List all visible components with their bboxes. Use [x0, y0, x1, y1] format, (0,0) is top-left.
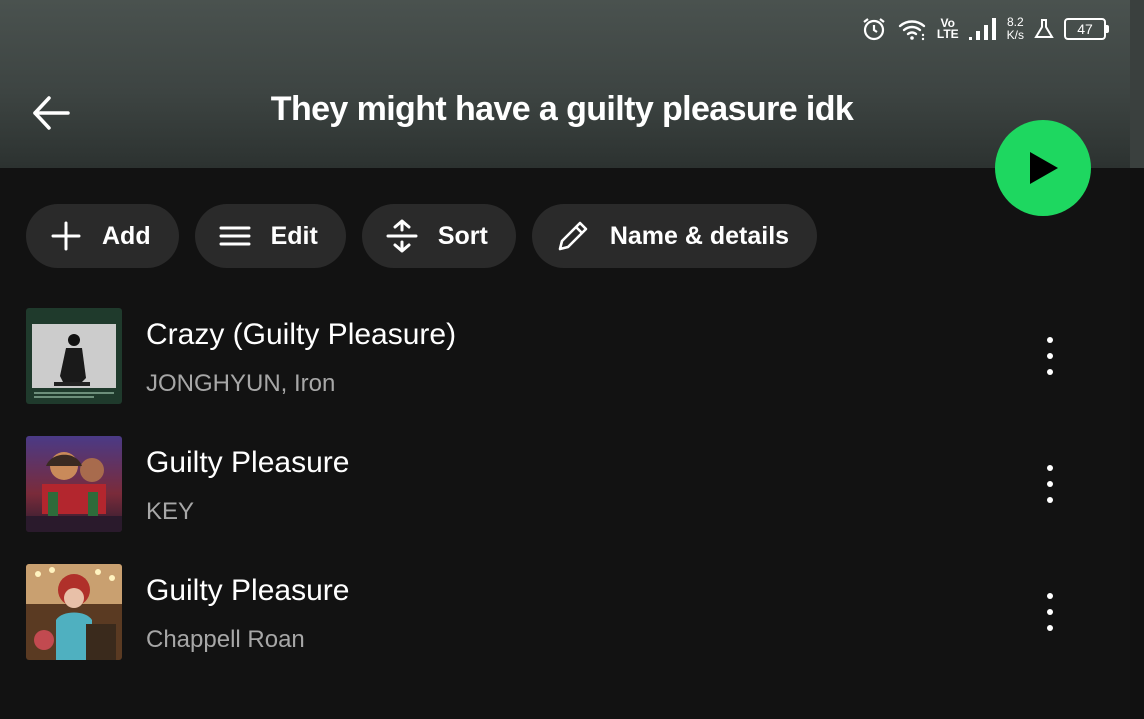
battery-icon: 47 — [1064, 18, 1109, 40]
add-button[interactable]: Add — [26, 204, 179, 268]
plus-icon — [51, 221, 81, 251]
status-bar: Vo LTE 8.2 K/s 47 — [861, 14, 1109, 44]
volte-indicator: Vo LTE — [936, 17, 959, 41]
album-art — [26, 564, 122, 660]
lines-icon — [219, 226, 251, 246]
play-button[interactable] — [995, 120, 1091, 216]
track-title: Guilty Pleasure — [146, 446, 350, 479]
alarm-icon — [861, 16, 887, 42]
speed-unit: K/s — [1006, 28, 1024, 42]
wifi-icon — [897, 16, 927, 42]
more-vertical-icon — [1047, 337, 1053, 375]
album-art — [26, 308, 122, 404]
flask-icon — [1034, 18, 1054, 40]
name-details-button[interactable]: Name & details — [531, 204, 818, 268]
track-artist: Chappell Roan — [146, 626, 305, 653]
sort-label: Sort — [437, 221, 488, 250]
more-options-button[interactable] — [1038, 590, 1062, 634]
scrollbar[interactable] — [1130, 0, 1144, 719]
track-row[interactable]: Crazy (Guilty Pleasure) JONGHYUN, Iron — [26, 308, 1116, 404]
sort-button[interactable]: Sort — [361, 204, 516, 268]
more-vertical-icon — [1047, 465, 1053, 503]
play-icon — [1030, 152, 1058, 184]
track-row[interactable]: Guilty Pleasure KEY — [26, 436, 1116, 532]
data-speed: 8.2 K/s — [1007, 16, 1024, 42]
more-options-button[interactable] — [1038, 334, 1062, 378]
track-title: Guilty Pleasure — [146, 574, 350, 607]
page-title: They might have a guilty pleasure idk — [270, 90, 854, 128]
track-title: Crazy (Guilty Pleasure) — [146, 318, 457, 351]
track-artist: KEY — [146, 498, 195, 525]
sort-icon — [386, 219, 418, 253]
name-details-label: Name & details — [609, 221, 790, 250]
more-options-button[interactable] — [1038, 462, 1062, 506]
album-art — [26, 436, 122, 532]
track-row[interactable]: Guilty Pleasure Chappell Roan — [26, 564, 1116, 660]
action-chips: Add Edit Sort Name & details — [26, 204, 818, 268]
pencil-icon — [558, 221, 588, 251]
edit-label: Edit — [270, 221, 318, 250]
add-label: Add — [102, 221, 151, 250]
edit-button[interactable]: Edit — [194, 204, 346, 268]
volte-bottom: LTE — [936, 27, 959, 41]
more-vertical-icon — [1047, 593, 1053, 631]
signal-icon — [968, 17, 997, 41]
track-artist: JONGHYUN, Iron — [146, 370, 336, 397]
